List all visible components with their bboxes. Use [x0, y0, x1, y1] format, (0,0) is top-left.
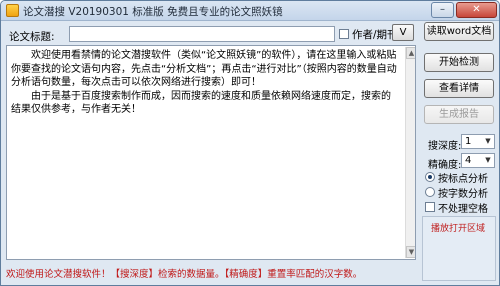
ignore-spaces-label: 不处理空格	[438, 204, 488, 215]
close-button[interactable]: ✕	[456, 2, 497, 18]
search-depth-value: 1	[465, 136, 472, 147]
precision-select[interactable]: 4 ▼	[461, 153, 495, 168]
read-word-document-button[interactable]: 读取word文档	[424, 22, 494, 41]
app-icon	[6, 4, 19, 17]
vertical-scrollbar[interactable]: ▲ ▼	[405, 47, 415, 258]
disclaimer-paragraph: 由于是基于百度搜索制作而成，因而搜索的速度和质量依赖网络速度而定，搜索的结果仅供…	[11, 90, 391, 116]
promo-label: 播放打开区域	[431, 224, 486, 234]
chevron-down-icon: ▼	[485, 156, 491, 164]
title-bar: 论文潜搜 V20190301 标准版 免费且专业的论文照妖镜 – ✕	[1, 1, 499, 21]
title-input[interactable]	[69, 26, 335, 42]
ignore-spaces-checkbox[interactable]	[425, 202, 435, 212]
analyze-by-punctuation-label: 按标点分析	[438, 174, 488, 185]
precision-label: 精确度:	[428, 160, 462, 171]
paper-text-area[interactable]: 欢迎使用看禁情的论文潜搜软件（类似“论文照妖镜”的软件），请在这里输入或粘贴你要…	[6, 45, 416, 260]
author-journal-checkbox[interactable]	[339, 29, 349, 39]
minimize-button[interactable]: –	[431, 2, 454, 18]
start-check-button[interactable]: 开始检测	[424, 53, 494, 72]
main-window: 论文潜搜 V20190301 标准版 免费且专业的论文照妖镜 – ✕ 论文标题:…	[0, 0, 500, 286]
view-details-button[interactable]: 查看详情	[424, 79, 494, 98]
v-button[interactable]: V	[392, 24, 414, 41]
status-bar-text: 欢迎使用论文潜搜软件！【搜深度】检索的数据量。【精确度】重置率匹配的汉字数。	[6, 269, 363, 280]
promo-area[interactable]: 播放打开区域	[422, 216, 496, 281]
search-depth-select[interactable]: 1 ▼	[461, 134, 495, 149]
generate-report-button[interactable]: 生成报告	[424, 105, 494, 124]
search-depth-label: 搜深度:	[428, 141, 462, 152]
scroll-down-icon[interactable]: ▼	[406, 246, 415, 258]
radio-selected-dot	[428, 175, 432, 179]
chevron-down-icon: ▼	[485, 137, 491, 145]
window-title: 论文潜搜 V20190301 标准版 免费且专业的论文照妖镜	[23, 6, 283, 18]
title-label: 论文标题:	[9, 31, 55, 43]
analyze-by-characters-radio[interactable]	[425, 187, 435, 197]
scroll-up-icon[interactable]: ▲	[406, 47, 415, 59]
precision-value: 4	[465, 155, 472, 166]
intro-paragraph: 欢迎使用看禁情的论文潜搜软件（类似“论文照妖镜”的软件），请在这里输入或粘贴你要…	[11, 50, 397, 88]
analyze-by-characters-label: 按字数分析	[438, 189, 488, 200]
analyze-by-punctuation-radio[interactable]	[425, 172, 435, 182]
author-journal-label: 作者/期刊	[352, 29, 398, 41]
